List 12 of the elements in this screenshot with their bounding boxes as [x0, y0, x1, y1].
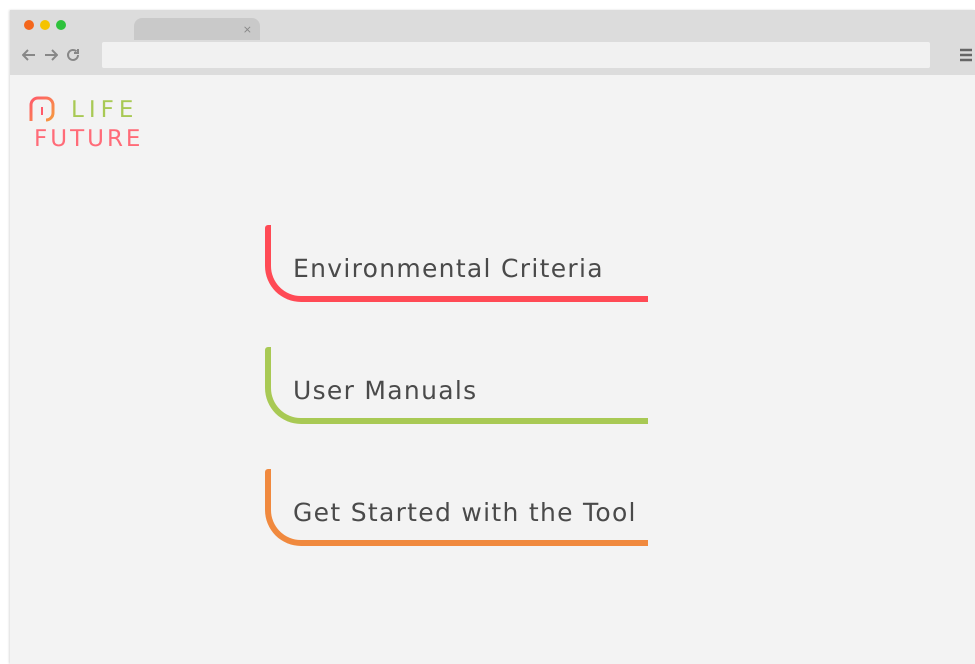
- logo-text: LIFE: [71, 97, 138, 123]
- back-arrow-icon[interactable]: [22, 49, 36, 61]
- menu-link[interactable]: Environmental Criteria: [293, 254, 604, 284]
- minimize-window-dot[interactable]: [40, 20, 50, 30]
- menu-link[interactable]: Get Started with the Tool: [293, 498, 637, 528]
- maximize-window-dot[interactable]: [56, 20, 66, 30]
- close-window-dot[interactable]: [24, 20, 34, 30]
- menu-link[interactable]: User Manuals: [293, 376, 478, 406]
- menu-icon[interactable]: [959, 48, 973, 62]
- reload-icon[interactable]: [66, 48, 80, 62]
- forward-arrow-icon[interactable]: [44, 49, 58, 61]
- logo-text: FUTURE: [34, 125, 144, 153]
